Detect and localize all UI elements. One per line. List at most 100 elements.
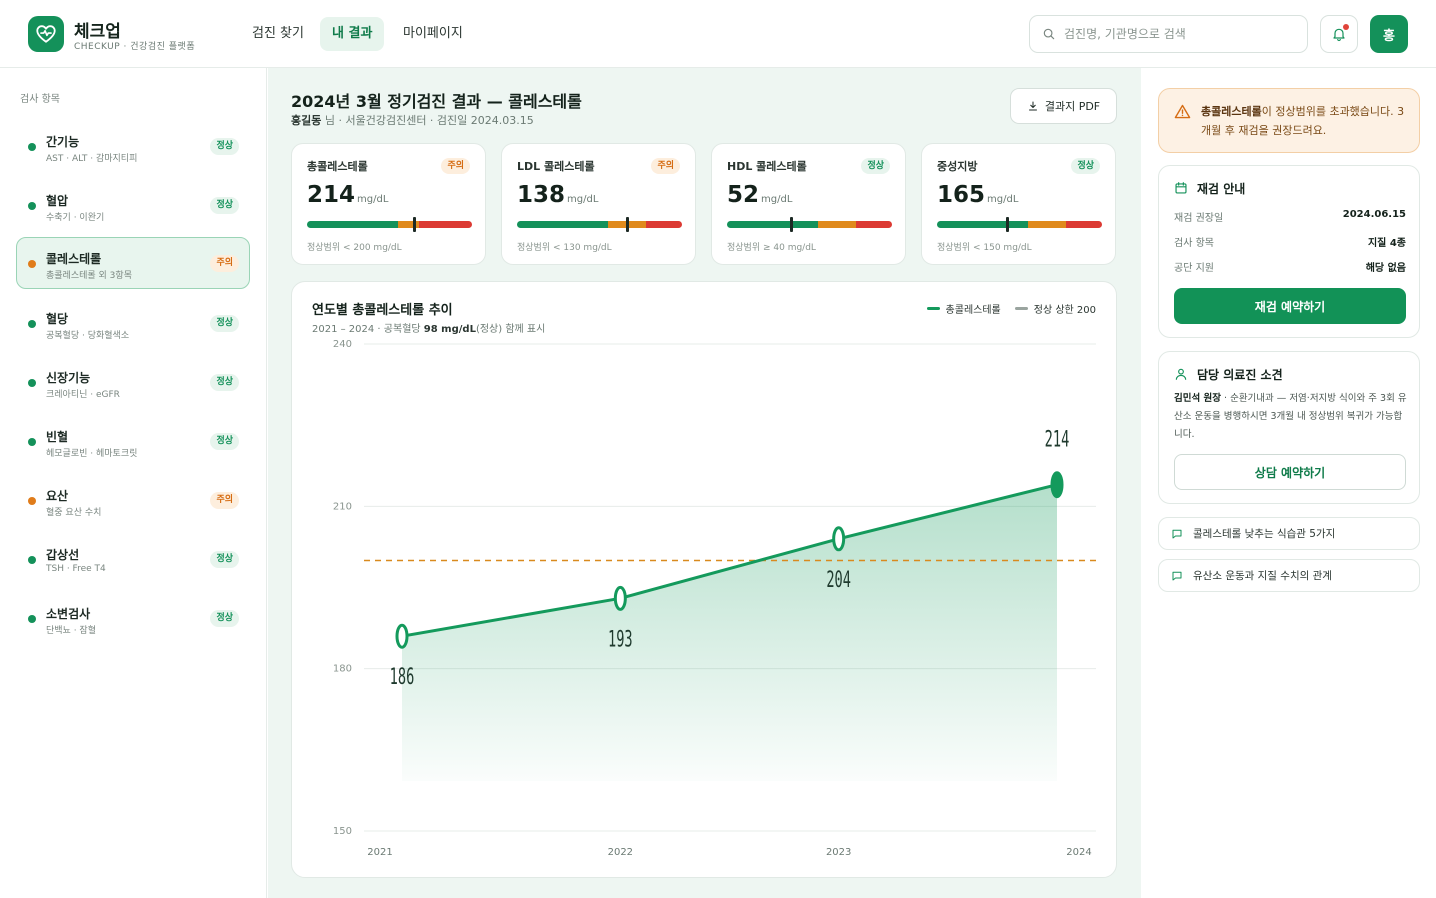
sidebar-item-label: 빈혈	[46, 430, 69, 444]
data-point	[1050, 471, 1064, 499]
main-content: 2024년 3월 정기검진 결과 — 콜레스테롤 홍길동 님 · 서울건강검진센…	[268, 68, 1141, 898]
page-title: 2024년 3월 정기검진 결과 — 콜레스테롤	[291, 92, 582, 111]
warning-alert: 총콜레스테롤이 정상범위를 초과했습니다. 3개월 후 재검을 권장드려요.	[1158, 88, 1420, 153]
recheck-title: 재검 안내	[1197, 182, 1246, 196]
metric-card-triglycerides[interactable]: 중성지방 정상 165 mg/dL 정상범위 < 150 mg/dL	[921, 143, 1116, 265]
status-dot	[28, 260, 36, 268]
search-box[interactable]	[1029, 15, 1308, 53]
data-point	[832, 526, 846, 552]
sidebar-item-label: 혈압	[46, 194, 69, 208]
sidebar-item-label: 요산	[46, 489, 69, 503]
status-badge: 정상	[210, 138, 239, 155]
user-icon	[1175, 368, 1187, 380]
article-link-label: 유산소 운동과 지질 수치의 관계	[1193, 570, 1332, 582]
sidebar-item-desc: 혈중 요산 수치	[46, 508, 102, 518]
status-dot	[28, 143, 36, 151]
calendar-icon	[1175, 182, 1187, 194]
patient-name: 홍길동	[291, 114, 322, 127]
metric-card-hdl[interactable]: HDL 콜레스테롤 정상 52 mg/dL 정상범위 ≥ 40 mg/dL	[711, 143, 906, 265]
legend-item-cholesterol: 총콜레스테롤	[926, 301, 1001, 316]
status-badge: 정상	[210, 197, 239, 214]
sidebar-item-desc: TSH · Free T4	[46, 564, 106, 574]
recheck-row-support: 공단 지원 해당 없음	[1174, 263, 1406, 274]
chart-legend: 총콜레스테롤 정상 상한 200	[926, 301, 1096, 316]
status-badge: 주의	[441, 158, 470, 174]
chat-icon	[1172, 571, 1182, 580]
chat-icon	[1172, 529, 1182, 538]
heart-logo-icon[interactable]	[28, 16, 64, 52]
metric-value: 52 mg/dL	[727, 182, 793, 208]
sidebar-item-label: 간기능	[46, 135, 80, 149]
download-pdf-button[interactable]: 결과지 PDF	[1010, 88, 1117, 124]
alert-message: 총콜레스테롤이 정상범위를 초과했습니다. 3개월 후 재검을 권장드려요.	[1201, 105, 1405, 137]
sidebar-item-desc: 총콜레스테롤 외 3항목	[46, 271, 132, 281]
sidebar-item-uric-acid[interactable]: 요산 혈중 요산 수치 주의	[16, 474, 250, 526]
metric-unit: mg/dL	[567, 194, 599, 205]
status-badge: 정상	[210, 315, 239, 332]
notification-button[interactable]	[1320, 15, 1358, 53]
x-tick-label: 2023	[826, 847, 851, 858]
book-consultation-button[interactable]: 상담 예약하기	[1174, 454, 1406, 490]
sidebar-item-label: 신장기능	[46, 371, 91, 385]
status-badge: 정상	[210, 374, 239, 391]
x-tick-label: 2022	[608, 847, 633, 858]
sidebar: 검사 항목 간기능 AST · ALT · 감마지티피 정상 혈압 수축기 · …	[0, 68, 267, 898]
nav-tab-my-results[interactable]: 내 결과	[320, 17, 385, 51]
metric-label: 총콜레스테롤	[307, 160, 368, 173]
article-link-label: 콜레스테롤 낮추는 식습관 5가지	[1193, 528, 1336, 540]
sidebar-item-desc: 크레아티닌 · eGFR	[46, 390, 120, 400]
sidebar-item-urine[interactable]: 소변검사 단백뇨 · 잠혈 정상	[16, 592, 250, 644]
sidebar-item-desc: AST · ALT · 감마지티피	[46, 154, 138, 164]
notification-dot	[1343, 24, 1349, 30]
download-pdf-label: 결과지 PDF	[1044, 100, 1101, 113]
nav-tab-mypage[interactable]: 마이페이지	[391, 17, 475, 51]
doctor-opinion-text: 김민석 원장 · 순환기내과 — 저염·저지방 식이와 주 3회 유산소 운동을…	[1174, 393, 1407, 440]
download-icon	[1028, 101, 1037, 111]
right-panel: 총콜레스테롤이 정상범위를 초과했습니다. 3개월 후 재검을 권장드려요. 재…	[1142, 68, 1436, 898]
sidebar-item-blood-pressure[interactable]: 혈압 수축기 · 이완기 정상	[16, 179, 250, 231]
y-tick-label: 210	[333, 501, 352, 512]
data-label: 186	[390, 665, 415, 690]
status-badge: 정상	[210, 551, 239, 568]
data-label: 214	[1045, 427, 1070, 452]
status-badge: 정상	[861, 158, 890, 174]
sidebar-item-thyroid[interactable]: 갑상선 TSH · Free T4 정상	[16, 533, 250, 585]
status-badge: 정상	[210, 610, 239, 627]
metric-card-total-cholesterol[interactable]: 총콜레스테롤 주의 214 mg/dL 정상범위 < 200 mg/dL	[291, 143, 486, 265]
search-input[interactable]	[1064, 27, 1294, 41]
metric-card-ldl[interactable]: LDL 콜레스테롤 주의 138 mg/dL 정상범위 < 130 mg/dL	[501, 143, 696, 265]
metric-range: 정상범위 < 130 mg/dL	[517, 243, 612, 253]
sidebar-item-cholesterol[interactable]: 콜레스테롤 총콜레스테롤 외 3항목 주의	[16, 237, 250, 289]
status-dot	[28, 497, 36, 505]
metric-unit: mg/dL	[761, 194, 793, 205]
article-link-diet[interactable]: 콜레스테롤 낮추는 식습관 5가지	[1158, 517, 1420, 550]
chart-subtitle: 2021 – 2024 · 공복혈당 98 mg/dL(정상) 함께 표시	[312, 324, 546, 335]
sidebar-item-anemia[interactable]: 빈혈 헤모글로빈 · 헤마토크릿 정상	[16, 415, 250, 467]
checkup-info: 님 · 서울건강검진센터 · 검진일 2024.03.15	[321, 114, 534, 127]
gauge-marker	[412, 217, 416, 232]
doctor-title: 담당 의료진 소견	[1197, 368, 1283, 382]
y-tick-label: 150	[333, 826, 352, 837]
status-dot	[28, 320, 36, 328]
user-avatar[interactable]: 홍	[1370, 15, 1408, 53]
sidebar-item-label: 콜레스테롤	[46, 252, 102, 266]
book-recheck-button[interactable]: 재검 예약하기	[1174, 288, 1406, 324]
status-dot	[28, 615, 36, 623]
warning-icon	[1174, 104, 1191, 119]
sidebar-item-liver[interactable]: 간기능 AST · ALT · 감마지티피 정상	[16, 120, 250, 172]
trend-chart-card: 150 180 210 240 2021 2022 2023 2024 186 193 204 214…	[291, 281, 1117, 878]
range-gauge	[937, 217, 1102, 232]
x-tick-label: 2024	[1066, 847, 1091, 858]
search-icon	[1043, 28, 1055, 40]
brand-subtitle: CHECKUP · 건강검진 플랫폼	[74, 42, 196, 52]
sidebar-item-kidney[interactable]: 신장기능 크레아티닌 · eGFR 정상	[16, 356, 250, 408]
metric-range: 정상범위 < 150 mg/dL	[937, 243, 1032, 253]
article-link-exercise[interactable]: 유산소 운동과 지질 수치의 관계	[1158, 559, 1420, 592]
nav-tab-find-checkup[interactable]: 검진 찾기	[240, 17, 316, 51]
sidebar-item-blood-sugar[interactable]: 혈당 공복혈당 · 당화혈색소 정상	[16, 297, 250, 349]
recheck-row-date: 재검 권장일 2024.06.15	[1174, 209, 1406, 224]
status-dot	[28, 202, 36, 210]
top-header: 체크업 CHECKUP · 건강검진 플랫폼 검진 찾기 내 결과 마이페이지 …	[0, 0, 1436, 68]
metric-value: 165 mg/dL	[937, 182, 1019, 208]
metric-label: LDL 콜레스테롤	[517, 160, 595, 173]
